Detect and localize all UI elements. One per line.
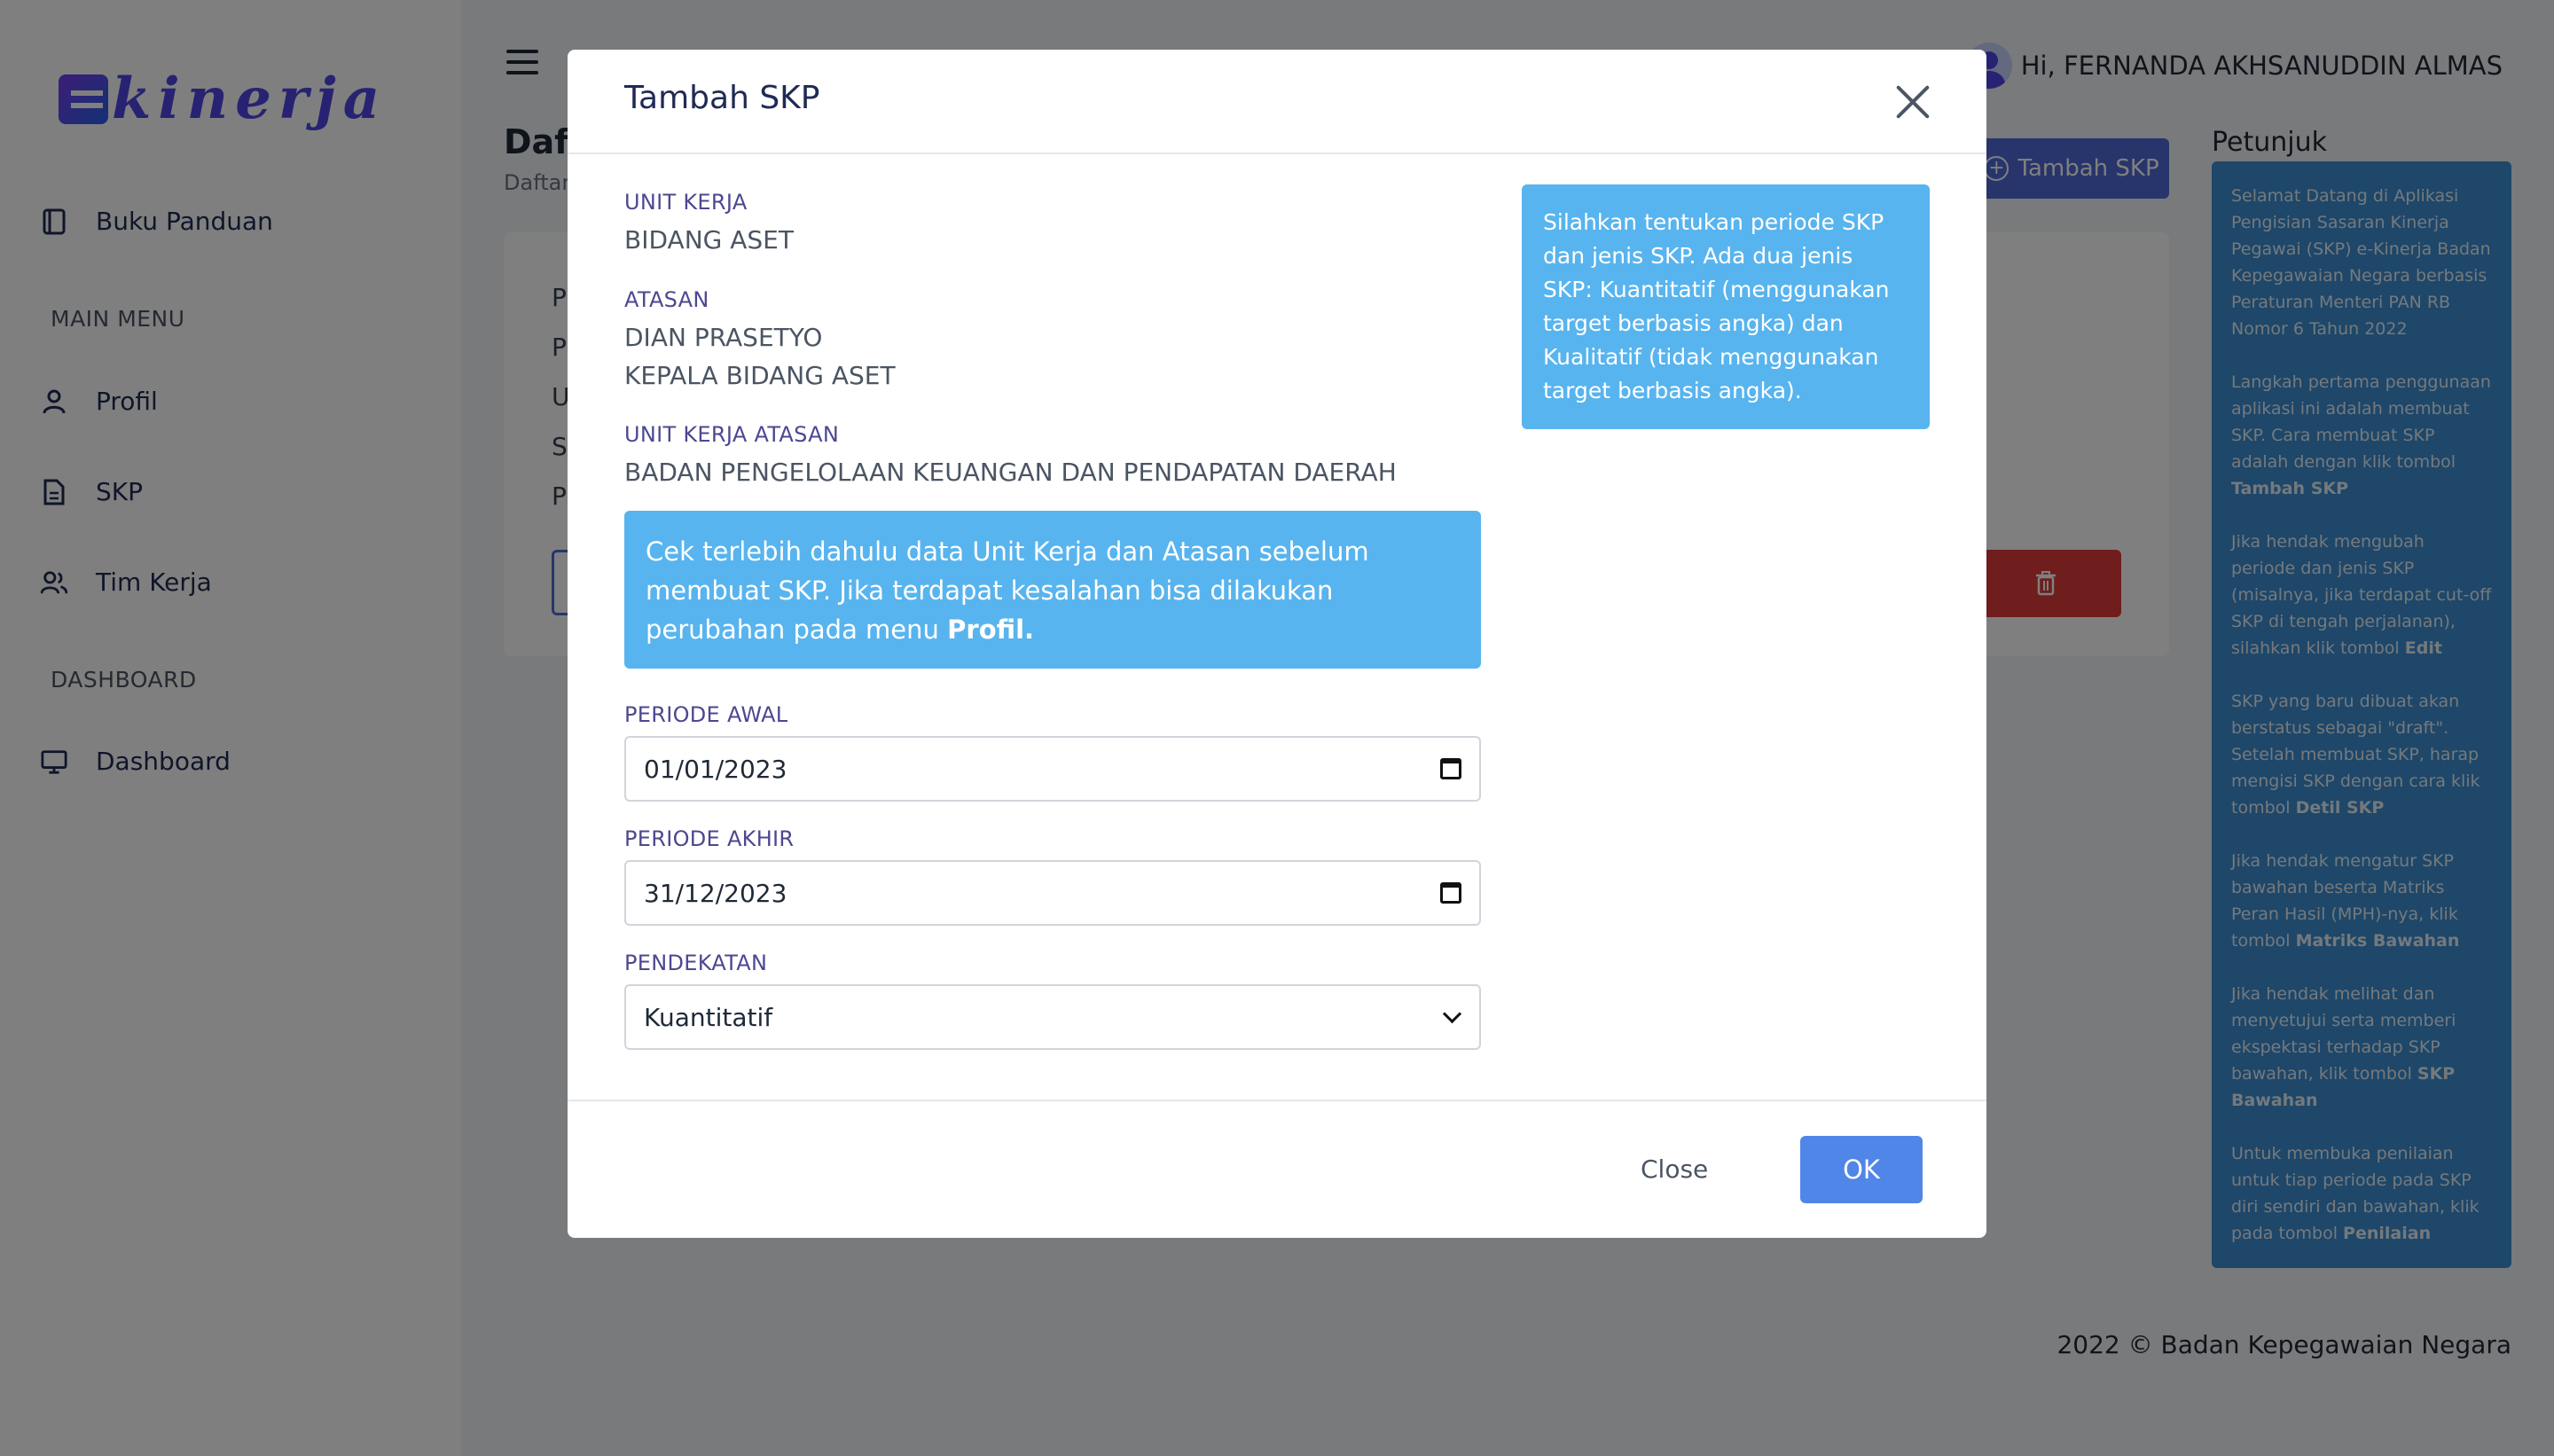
atasan-name: DIAN PRASETYO [624, 323, 823, 352]
info-alert-data-check: Cek terlebih dahulu data Unit Kerja dan … [624, 511, 1481, 669]
periode-awal-label: PERIODE AWAL [624, 702, 788, 727]
unit-kerja-label: UNIT KERJA [624, 190, 748, 215]
modal-footer-divider [568, 1100, 1986, 1101]
unit-kerja-atasan-label: UNIT KERJA ATASAN [624, 422, 840, 447]
periode-akhir-value: 31/12/2023 [644, 878, 787, 908]
periode-akhir-input[interactable]: 31/12/2023 [624, 860, 1481, 926]
info-alert-bold: Profil. [947, 614, 1035, 645]
pendekatan-value: Kuantitatif [644, 1002, 773, 1032]
close-icon[interactable] [1892, 82, 1933, 122]
calendar-icon[interactable] [1440, 758, 1461, 779]
calendar-icon[interactable] [1440, 882, 1461, 904]
unit-kerja-value: BIDANG ASET [624, 225, 794, 254]
pendekatan-select[interactable]: Kuantitatif [624, 984, 1481, 1050]
info-alert-text: Silahkan tentukan periode SKP dan jenis … [1543, 209, 1890, 403]
ok-button[interactable]: OK [1800, 1136, 1923, 1203]
modal-title: Tambah SKP [624, 80, 820, 116]
atasan-position: KEPALA BIDANG ASET [624, 361, 896, 390]
unit-kerja-atasan-value: BADAN PENGELOLAAN KEUANGAN DAN PENDAPATA… [624, 458, 1397, 487]
periode-awal-value: 01/01/2023 [644, 754, 787, 784]
atasan-label: ATASAN [624, 287, 709, 312]
chevron-down-icon [1442, 1007, 1461, 1027]
info-alert-periode: Silahkan tentukan periode SKP dan jenis … [1522, 184, 1930, 429]
periode-akhir-label: PERIODE AKHIR [624, 826, 795, 851]
modal-header: Tambah SKP [568, 50, 1986, 154]
tambah-skp-modal: Tambah SKP UNIT KERJA BIDANG ASET ATASAN… [568, 50, 1986, 1238]
close-button[interactable]: Close [1641, 1155, 1708, 1184]
pendekatan-label: PENDEKATAN [624, 951, 768, 975]
periode-awal-input[interactable]: 01/01/2023 [624, 736, 1481, 802]
